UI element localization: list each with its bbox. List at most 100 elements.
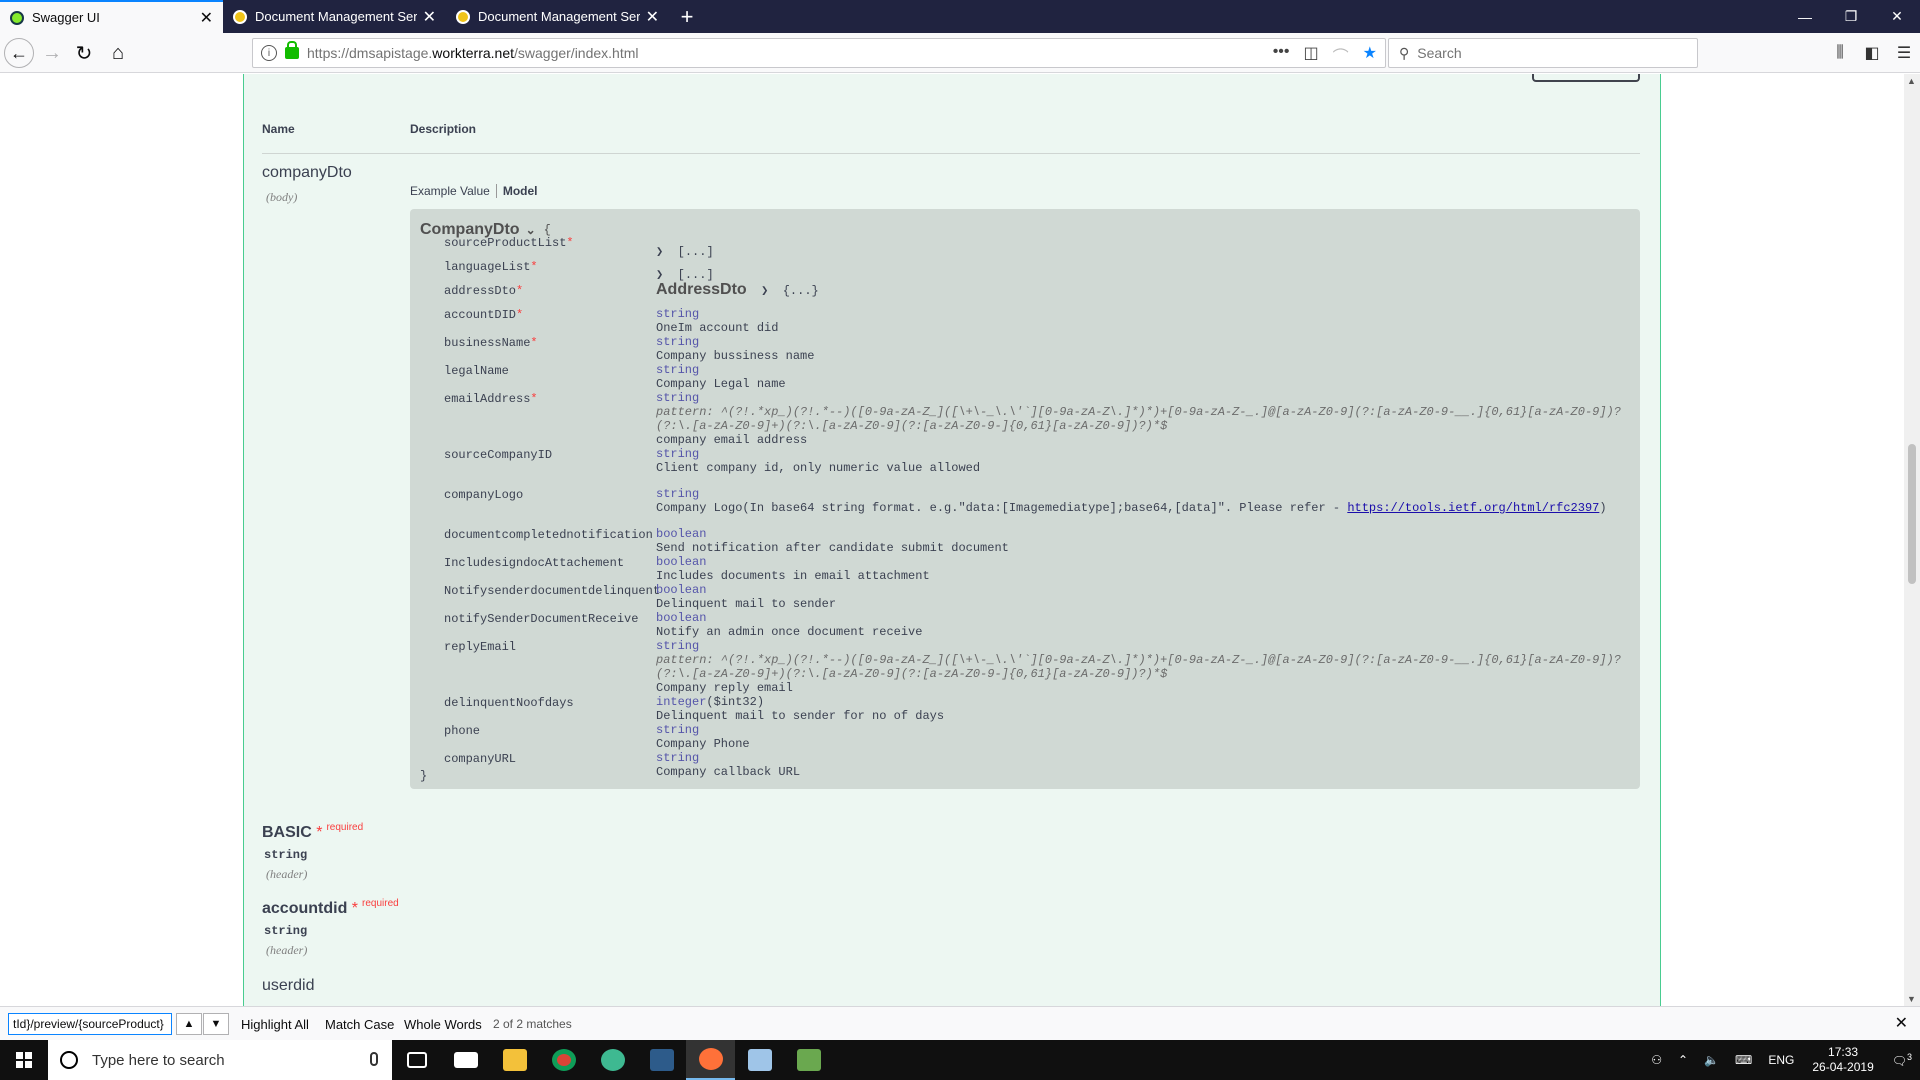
expander-addressdto[interactable]: AddressDto ❯ {...} bbox=[656, 282, 819, 299]
dms-favicon-icon bbox=[233, 9, 247, 24]
prop-legalname: legalName bbox=[444, 364, 509, 378]
swagger-favicon-icon bbox=[10, 10, 24, 25]
rfc2397-link[interactable]: https://tools.ietf.org/html/rfc2397 bbox=[1347, 501, 1599, 515]
tab-document-management-1[interactable]: Document Management Servic ✕ bbox=[223, 0, 446, 33]
bookmark-star-icon[interactable]: ★ bbox=[1363, 43, 1377, 67]
home-button[interactable]: ⌂ bbox=[104, 39, 132, 67]
taskbar: Type here to search ⚇ ⌃ 🔈 ⌨ ENG 17:33 26… bbox=[0, 1040, 1920, 1080]
close-tab-icon[interactable]: ✕ bbox=[200, 8, 213, 28]
menu-icon[interactable]: ☰ bbox=[1888, 39, 1920, 67]
param-type-accountdid: string bbox=[264, 924, 308, 938]
visual-studio-icon[interactable] bbox=[637, 1040, 686, 1080]
slack-icon[interactable] bbox=[588, 1040, 637, 1080]
highlight-all-checkbox[interactable]: Highlight All bbox=[241, 1017, 309, 1032]
back-button[interactable]: ← bbox=[4, 38, 34, 68]
lock-icon[interactable] bbox=[285, 41, 299, 59]
value-documentcompletednotification: boolean Send notification after candidate… bbox=[656, 527, 1009, 555]
find-match-count: 2 of 2 matches bbox=[493, 1017, 572, 1031]
chevron-right-icon[interactable]: ❯ bbox=[656, 268, 663, 282]
close-find-icon[interactable]: ✕ bbox=[1895, 1013, 1908, 1033]
close-tab-icon[interactable]: ✕ bbox=[646, 7, 659, 27]
search-bar[interactable]: ⚲ Search bbox=[1388, 38, 1698, 68]
prop-sourceproductlist: sourceProductList* bbox=[444, 236, 574, 250]
model-box: CompanyDto ⌄ { sourceProductList* ❯ [...… bbox=[410, 209, 1640, 789]
new-tab-button[interactable]: + bbox=[669, 0, 705, 33]
value-notifysenderdocumentreceive: boolean Notify an admin once document rec… bbox=[656, 611, 923, 639]
chevron-down-icon[interactable]: ⌄ bbox=[526, 223, 536, 237]
show-hidden-icons[interactable]: ⌃ bbox=[1670, 1053, 1696, 1067]
param-name-basic: BASIC * required bbox=[262, 822, 364, 841]
keyboard-icon[interactable]: ⌨ bbox=[1727, 1053, 1760, 1067]
value-companylogo: string Company Logo(In base64 string for… bbox=[656, 487, 1607, 515]
prop-companylogo: companyLogo bbox=[444, 488, 524, 502]
prop-phone: phone bbox=[444, 724, 481, 738]
cortana-icon bbox=[60, 1051, 78, 1069]
notepad-icon[interactable] bbox=[735, 1040, 784, 1080]
tab-title: Document Management Servic bbox=[255, 9, 417, 24]
firefox-icon[interactable] bbox=[686, 1040, 735, 1080]
mail-icon[interactable] bbox=[441, 1040, 490, 1080]
scroll-down-icon[interactable]: ▼ bbox=[1907, 994, 1916, 1004]
param-in-accountdid: (header) bbox=[266, 943, 308, 957]
header-name: Name bbox=[262, 122, 295, 136]
url-bar[interactable]: i https://dmsapistage.workterra.net/swag… bbox=[252, 38, 1386, 68]
value-businessname: string Company bussiness name bbox=[656, 335, 815, 363]
expander-sourceproductlist[interactable]: ❯ [...] bbox=[656, 245, 714, 259]
expander-languagelist[interactable]: ❯ [...] bbox=[656, 268, 714, 282]
header-divider bbox=[262, 153, 1640, 154]
taskbar-apps bbox=[392, 1040, 833, 1080]
prop-includesigndocattachement: IncludesigndocAttachement bbox=[444, 556, 625, 570]
file-explorer-icon[interactable] bbox=[490, 1040, 539, 1080]
taskbar-search[interactable]: Type here to search bbox=[48, 1040, 392, 1080]
library-icon[interactable]: ⫼ bbox=[1824, 39, 1856, 67]
url-text: https://dmsapistage.workterra.net/swagge… bbox=[307, 45, 639, 61]
pocket-icon[interactable]: ◫ bbox=[1304, 43, 1319, 67]
whole-words-checkbox[interactable]: Whole Words bbox=[404, 1017, 482, 1032]
start-button[interactable] bbox=[0, 1040, 48, 1080]
info-icon[interactable]: i bbox=[261, 45, 277, 61]
chevron-right-icon[interactable]: ❯ bbox=[656, 245, 663, 259]
tab-swagger-ui[interactable]: Swagger UI ✕ bbox=[0, 0, 223, 33]
language-indicator[interactable]: ENG bbox=[1760, 1053, 1802, 1067]
nav-bar: ← → ↻ ⌂ i https://dmsapistage.workterra.… bbox=[0, 33, 1920, 73]
forward-button[interactable]: → bbox=[38, 39, 66, 67]
tab-title: Swagger UI bbox=[32, 10, 100, 25]
tab-document-management-2[interactable]: Document Management Servic ✕ bbox=[446, 0, 669, 33]
reader-icon[interactable]: ⌒ bbox=[1333, 43, 1349, 67]
dms-favicon-icon bbox=[456, 9, 470, 24]
people-icon[interactable]: ⚇ bbox=[1643, 1053, 1670, 1067]
chevron-right-icon[interactable]: ❯ bbox=[761, 284, 768, 298]
reload-button[interactable]: ↻ bbox=[70, 39, 98, 67]
chrome-icon[interactable] bbox=[539, 1040, 588, 1080]
prop-accountdid: accountDID* bbox=[444, 308, 524, 322]
tab-example-value[interactable]: Example Value bbox=[410, 184, 490, 198]
model-close-brace: } bbox=[420, 769, 428, 783]
system-tray: ⚇ ⌃ 🔈 ⌨ ENG 17:33 26-04-2019 🗨3 bbox=[1643, 1040, 1920, 1080]
minimize-icon[interactable]: — bbox=[1782, 0, 1828, 33]
page-content: Name Description companyDto (body) Examp… bbox=[0, 74, 1904, 1006]
find-next-button[interactable]: ▼ bbox=[203, 1013, 229, 1035]
close-tab-icon[interactable]: ✕ bbox=[423, 7, 436, 27]
sidebar-icon[interactable]: ◧ bbox=[1856, 39, 1888, 67]
clock[interactable]: 17:33 26-04-2019 bbox=[1802, 1045, 1883, 1075]
prop-languagelist: languageList* bbox=[444, 260, 538, 274]
find-previous-button[interactable]: ▲ bbox=[176, 1013, 202, 1035]
page-actions-icon[interactable]: ••• bbox=[1273, 43, 1290, 67]
value-legalname: string Company Legal name bbox=[656, 363, 786, 391]
notifications-icon[interactable]: 🗨3 bbox=[1884, 1052, 1920, 1068]
task-view-icon[interactable] bbox=[392, 1040, 441, 1080]
value-phone: string Company Phone bbox=[656, 723, 750, 751]
try-it-out-button[interactable] bbox=[1532, 74, 1640, 82]
vertical-scrollbar[interactable]: ▲ ▼ bbox=[1904, 74, 1920, 1006]
close-window-icon[interactable]: ✕ bbox=[1874, 0, 1920, 33]
microphone-icon[interactable] bbox=[370, 1052, 378, 1066]
prop-businessname: businessName* bbox=[444, 336, 538, 350]
find-input[interactable]: tId}/preview/{sourceProduct} bbox=[8, 1013, 172, 1035]
volume-icon[interactable]: 🔈 bbox=[1696, 1053, 1727, 1067]
calculator-icon[interactable] bbox=[784, 1040, 833, 1080]
match-case-checkbox[interactable]: Match Case bbox=[325, 1017, 394, 1032]
scrollbar-thumb[interactable] bbox=[1908, 444, 1916, 584]
restore-icon[interactable]: ❐ bbox=[1828, 0, 1874, 33]
tab-model[interactable]: Model bbox=[503, 184, 538, 198]
scroll-up-icon[interactable]: ▲ bbox=[1907, 76, 1916, 86]
